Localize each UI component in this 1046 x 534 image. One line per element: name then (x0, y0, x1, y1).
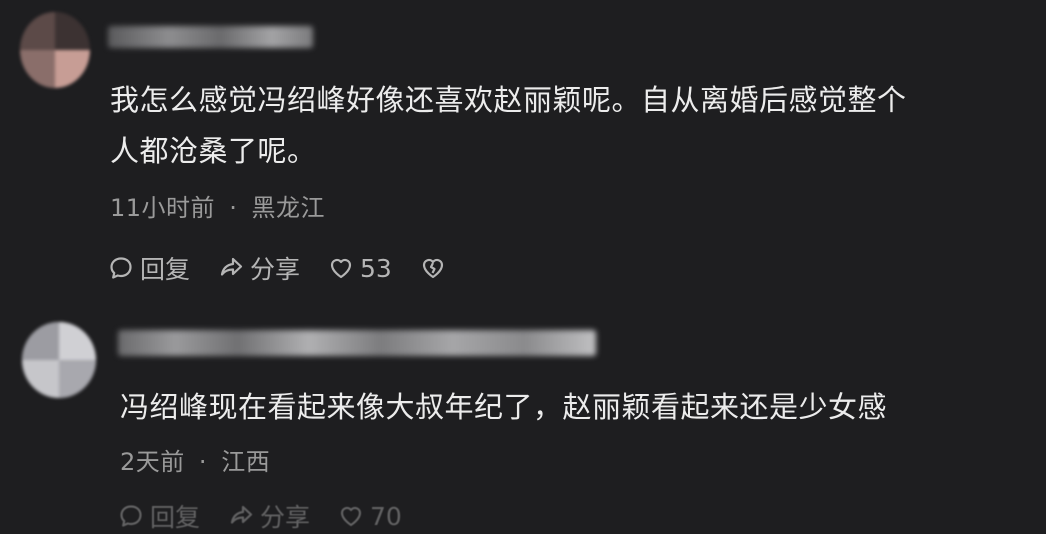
chat-bubble-icon (110, 257, 132, 279)
meta-separator: · (198, 448, 208, 476)
avatar[interactable] (22, 322, 96, 398)
comment-actions: 回复 分享 53 (108, 250, 474, 286)
comment-location: 黑龙江 (251, 194, 325, 222)
heart-icon (340, 506, 362, 527)
comment-location: 江西 (221, 448, 271, 476)
reply-button[interactable]: 回复 (108, 250, 190, 286)
reply-label: 回复 (140, 255, 191, 284)
share-arrow-icon (230, 505, 253, 524)
share-label: 分享 (260, 503, 311, 532)
share-arrow-icon (220, 257, 243, 276)
reply-label: 回复 (150, 503, 201, 532)
comment-time: 2天前 (120, 448, 185, 476)
comment-text-line1: 我怎么感觉冯绍峰好像还喜欢赵丽颖呢。自从离婚后感觉整个 (110, 83, 907, 117)
like-count: 53 (360, 253, 392, 283)
comment-text-line1: 冯绍峰现在看起来像大叔年纪了，赵丽颖看起来还是少女感 (120, 390, 888, 424)
share-button[interactable]: 分享 (228, 498, 310, 534)
comment-meta: 2天前 · 江西 (120, 442, 270, 477)
like-count: 70 (370, 501, 402, 531)
comment-text-line2: 人都沧桑了呢。 (110, 134, 317, 168)
username-blurred[interactable] (108, 26, 313, 48)
like-button[interactable]: 53 (328, 254, 392, 283)
comment-meta: 11小时前 · 黑龙江 (110, 188, 325, 223)
broken-heart-icon (422, 258, 443, 279)
heart-icon (330, 258, 352, 279)
share-button[interactable]: 分享 (218, 250, 300, 286)
dislike-button[interactable] (420, 255, 446, 281)
username-blurred[interactable] (118, 330, 596, 356)
comment-time: 11小时前 (110, 194, 216, 222)
share-label: 分享 (250, 255, 301, 284)
reply-button[interactable]: 回复 (118, 498, 200, 534)
comment-actions: 回复 分享 70 (118, 498, 430, 534)
like-button[interactable]: 70 (338, 502, 402, 531)
avatar[interactable] (20, 12, 90, 88)
comment-item: 冯绍峰现在看起来像大叔年纪了，赵丽颖看起来还是少女感 2天前 · 江西 回复 分… (0, 300, 1046, 532)
comment-item: 我怎么感觉冯绍峰好像还喜欢赵丽颖呢。自从离婚后感觉整个 人都沧桑了呢。 11小时… (0, 0, 1046, 300)
chat-bubble-icon (120, 505, 142, 527)
meta-separator: · (229, 194, 238, 222)
